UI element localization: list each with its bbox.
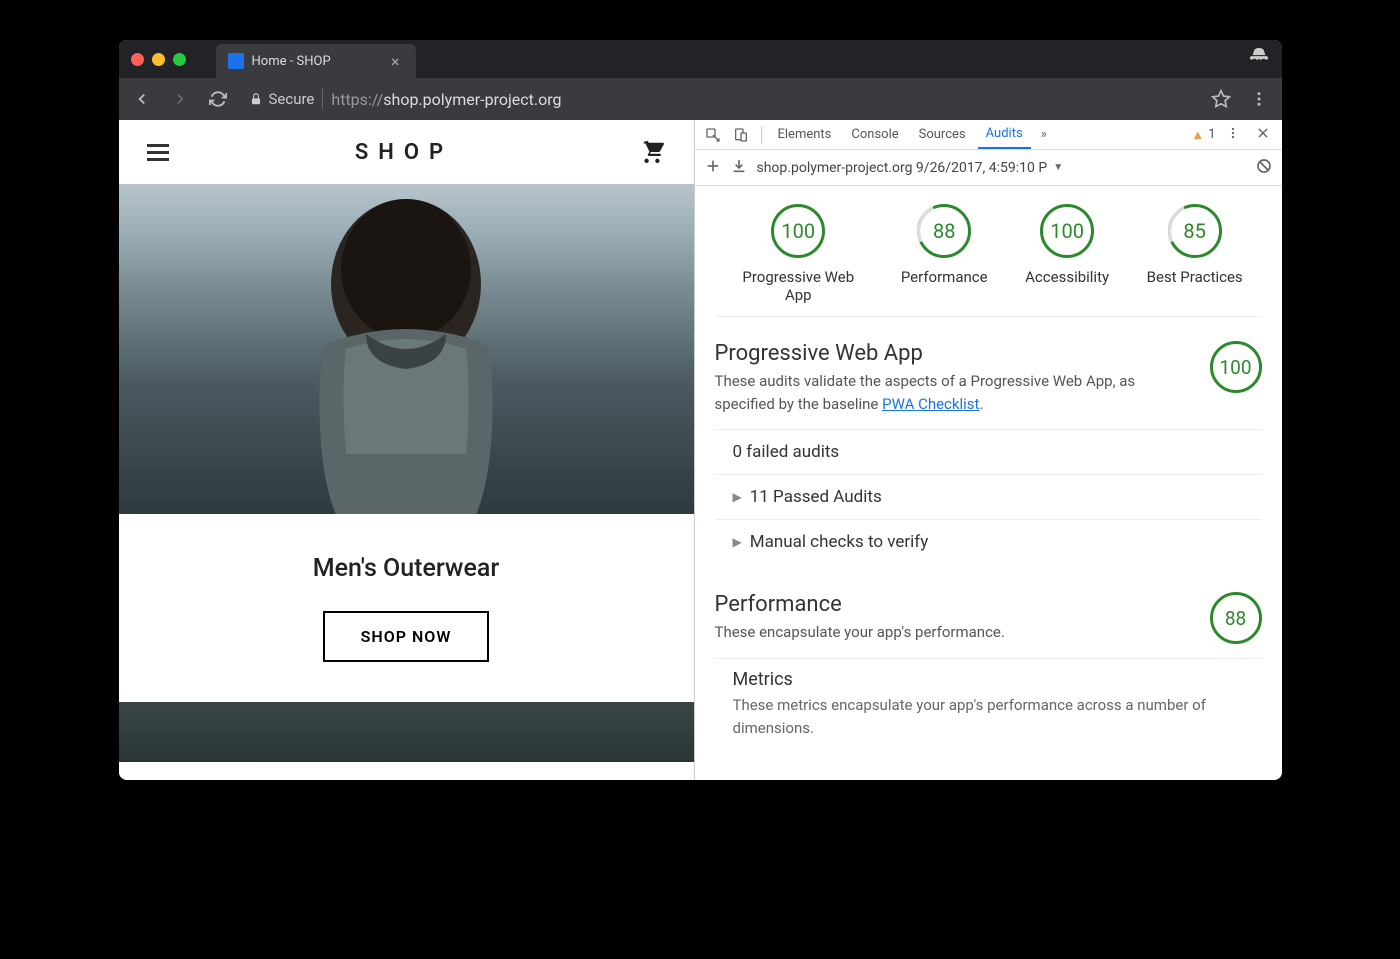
audits-toolbar: shop.polymer-project.org 9/26/2017, 4:59… bbox=[695, 150, 1282, 186]
maximize-window-button[interactable] bbox=[173, 53, 186, 66]
section-title: Progressive Web App bbox=[715, 341, 1194, 366]
chevron-down-icon: ▼ bbox=[1053, 162, 1063, 173]
person-silhouette bbox=[246, 194, 566, 514]
score-label: Accessibility bbox=[1025, 268, 1109, 286]
download-button[interactable] bbox=[731, 158, 747, 178]
score-accessibility[interactable]: 100 Accessibility bbox=[1025, 204, 1109, 304]
address-bar: Secure https://shop.polymer-project.org bbox=[119, 78, 1282, 120]
audit-body[interactable]: 100 Progressive Web App 88 Performance 1… bbox=[695, 186, 1282, 780]
section-header: Progressive Web App These audits validat… bbox=[715, 341, 1262, 415]
shop-logo[interactable]: SHOP bbox=[355, 140, 453, 165]
site-panel: SHOP Men's Outerwear SHOP NOW bbox=[119, 120, 694, 780]
section-description: These audits validate the aspects of a P… bbox=[715, 370, 1194, 415]
failed-audits-row[interactable]: 0 failed audits bbox=[715, 429, 1262, 474]
inspect-element-button[interactable] bbox=[701, 123, 725, 147]
warning-icon: ▲ bbox=[1191, 127, 1204, 143]
site-header: SHOP bbox=[119, 120, 694, 184]
tab-console[interactable]: Console bbox=[843, 121, 906, 148]
product-title: Men's Outerwear bbox=[119, 554, 694, 583]
new-audit-button[interactable] bbox=[705, 158, 721, 178]
close-window-button[interactable] bbox=[131, 53, 144, 66]
score-best-practices[interactable]: 85 Best Practices bbox=[1147, 204, 1243, 304]
shop-now-button[interactable]: SHOP NOW bbox=[323, 611, 490, 662]
incognito-icon bbox=[1248, 46, 1270, 72]
url-divider bbox=[322, 89, 323, 109]
minimize-window-button[interactable] bbox=[152, 53, 165, 66]
tab-sources[interactable]: Sources bbox=[911, 121, 974, 148]
chevron-right-icon: ▶ bbox=[733, 490, 742, 504]
browser-menu-button[interactable] bbox=[1246, 86, 1272, 112]
manual-checks-row[interactable]: ▶ Manual checks to verify bbox=[715, 519, 1262, 564]
devtools-tab-bar: Elements Console Sources Audits » ▲ 1 bbox=[695, 120, 1282, 150]
audit-selector-label: shop.polymer-project.org 9/26/2017, 4:59… bbox=[757, 160, 1048, 176]
secure-badge[interactable]: Secure bbox=[243, 90, 315, 108]
devtools-panel: Elements Console Sources Audits » ▲ 1 bbox=[694, 120, 1282, 780]
pwa-section: Progressive Web App These audits validat… bbox=[715, 341, 1262, 564]
section-description: These encapsulate your app's performance… bbox=[715, 621, 1194, 644]
score-circle: 88 bbox=[917, 204, 971, 258]
cart-button[interactable] bbox=[639, 137, 665, 167]
metrics-title: Metrics bbox=[733, 669, 1262, 690]
browser-tab[interactable]: Home - SHOP × bbox=[216, 44, 416, 78]
browser-window: Home - SHOP × Secure https://shop.polyme… bbox=[119, 40, 1282, 780]
tab-elements[interactable]: Elements bbox=[770, 121, 840, 148]
device-toolbar-button[interactable] bbox=[729, 123, 753, 147]
tabs-overflow-button[interactable]: » bbox=[1035, 127, 1053, 142]
score-pwa[interactable]: 100 Progressive Web App bbox=[733, 204, 863, 304]
chevron-right-icon: ▶ bbox=[733, 535, 742, 549]
warnings-count: 1 bbox=[1208, 127, 1215, 142]
hamburger-menu-button[interactable] bbox=[147, 144, 169, 161]
tab-favicon bbox=[228, 53, 244, 69]
score-circle: 100 bbox=[1040, 204, 1094, 258]
audit-selector[interactable]: shop.polymer-project.org 9/26/2017, 4:59… bbox=[757, 160, 1064, 176]
section-title: Performance bbox=[715, 592, 1194, 617]
score-label: Progressive Web App bbox=[733, 268, 863, 304]
score-summary-row: 100 Progressive Web App 88 Performance 1… bbox=[715, 204, 1262, 317]
devtools-close-button[interactable] bbox=[1250, 126, 1276, 144]
back-button[interactable] bbox=[129, 86, 155, 112]
hero-image-bottom bbox=[119, 702, 694, 762]
score-label: Best Practices bbox=[1147, 268, 1243, 286]
section-score-circle: 100 bbox=[1210, 341, 1262, 393]
title-bar: Home - SHOP × bbox=[119, 40, 1282, 78]
divider bbox=[761, 126, 762, 144]
clear-button[interactable] bbox=[1256, 158, 1272, 178]
product-card: Men's Outerwear SHOP NOW bbox=[119, 514, 694, 702]
score-circle: 85 bbox=[1168, 204, 1222, 258]
devtools-menu-button[interactable] bbox=[1220, 126, 1246, 144]
passed-audits-row[interactable]: ▶ 11 Passed Audits bbox=[715, 474, 1262, 519]
warnings-indicator[interactable]: ▲ 1 bbox=[1191, 127, 1215, 143]
lock-icon bbox=[249, 92, 263, 106]
tab-title: Home - SHOP bbox=[252, 54, 379, 69]
performance-section: Performance These encapsulate your app's… bbox=[715, 592, 1262, 739]
bookmark-button[interactable] bbox=[1208, 86, 1234, 112]
reload-button[interactable] bbox=[205, 86, 231, 112]
score-performance[interactable]: 88 Performance bbox=[901, 204, 988, 304]
metrics-description: These metrics encapsulate your app's per… bbox=[733, 694, 1262, 739]
section-header: Performance These encapsulate your app's… bbox=[715, 592, 1262, 644]
score-label: Performance bbox=[901, 268, 988, 286]
score-circle: 100 bbox=[771, 204, 825, 258]
window-controls bbox=[131, 53, 186, 66]
pwa-checklist-link[interactable]: PWA Checklist bbox=[882, 395, 979, 413]
tab-close-button[interactable]: × bbox=[387, 52, 404, 71]
forward-button[interactable] bbox=[167, 86, 193, 112]
url-box[interactable]: Secure https://shop.polymer-project.org bbox=[243, 78, 1196, 120]
secure-label: Secure bbox=[269, 90, 315, 108]
hero-image bbox=[119, 184, 694, 514]
url-text: https://shop.polymer-project.org bbox=[331, 90, 561, 109]
content-row: SHOP Men's Outerwear SHOP NOW bbox=[119, 120, 1282, 780]
metrics-block: Metrics These metrics encapsulate your a… bbox=[715, 658, 1262, 739]
section-score-circle: 88 bbox=[1210, 592, 1262, 644]
tab-audits[interactable]: Audits bbox=[978, 120, 1031, 149]
